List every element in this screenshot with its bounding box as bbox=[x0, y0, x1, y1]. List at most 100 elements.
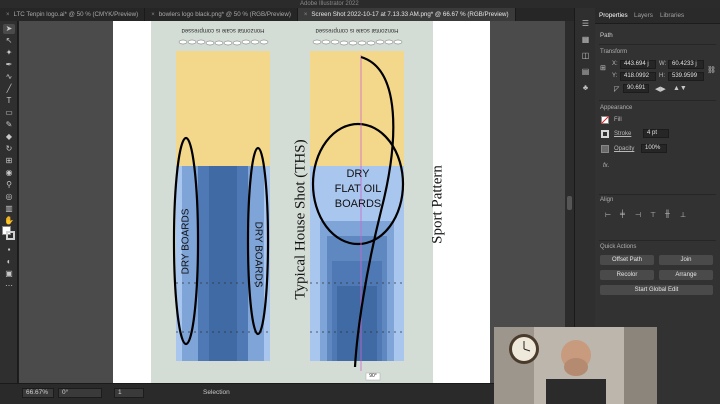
stroke-label[interactable]: Stroke bbox=[614, 131, 631, 137]
tab-close-icon[interactable]: × bbox=[304, 12, 308, 18]
brushes-panel-icon[interactable]: ♣ bbox=[580, 82, 591, 93]
stroke-weight-field[interactable]: 4 pt bbox=[643, 129, 669, 138]
appearance-section-label: Appearance bbox=[600, 105, 633, 111]
tab-screen-shot[interactable]: × Screen Shot 2022-10-17 at 7.13.33 AM.p… bbox=[297, 8, 516, 21]
tab-properties[interactable]: Properties bbox=[599, 12, 628, 19]
align-section-label: Align bbox=[600, 197, 614, 203]
divider bbox=[599, 194, 716, 195]
line-tool-icon[interactable]: ╱ bbox=[3, 84, 15, 94]
divider bbox=[599, 240, 716, 241]
current-tool-status: Selection bbox=[203, 389, 230, 396]
blend-tool-icon[interactable]: ◎ bbox=[3, 192, 15, 202]
paintbrush-tool-icon[interactable]: ✎ bbox=[3, 120, 15, 130]
tab-label: LTC Tenpin logo.ai* @ 50 % (CMYK/Preview… bbox=[13, 11, 139, 18]
sport-pattern-title: Sport Pattern bbox=[429, 165, 446, 244]
type-tool-icon[interactable]: T bbox=[3, 96, 15, 106]
opacity-label[interactable]: Opacity bbox=[614, 146, 634, 152]
artboard-number-field[interactable]: 1 bbox=[114, 388, 144, 398]
transform-section-label: Transform bbox=[600, 49, 628, 55]
panel-tabs: Properties Layers Libraries bbox=[595, 8, 720, 24]
h-field[interactable]: 539.9599 bbox=[668, 72, 704, 81]
tab-libraries[interactable]: Libraries bbox=[660, 12, 684, 19]
divider bbox=[599, 44, 716, 45]
x-field[interactable]: 443.694 j bbox=[620, 60, 656, 69]
align-bottom-icon[interactable]: ⊥ bbox=[680, 211, 686, 219]
tab-layers[interactable]: Layers bbox=[634, 12, 653, 19]
align-left-icon[interactable]: ⊢ bbox=[605, 211, 611, 219]
w-field[interactable]: 60.4233 j bbox=[668, 60, 704, 69]
scrollbar-thumb[interactable] bbox=[567, 196, 572, 210]
more-tools-icon[interactable]: ⋯ bbox=[3, 281, 15, 291]
rotate-angle-icon: ◸ bbox=[614, 86, 620, 93]
layers-panel-icon[interactable]: ◫ bbox=[580, 50, 591, 61]
pen-tool-icon[interactable]: ✒ bbox=[3, 60, 15, 70]
right-lane bbox=[310, 39, 405, 381]
magic-wand-tool-icon[interactable]: ✦ bbox=[3, 48, 15, 58]
direct-selection-tool-icon[interactable]: ↖ bbox=[3, 36, 15, 46]
properties-panel-icon[interactable]: ☰ bbox=[580, 18, 591, 29]
hand-tool-icon[interactable]: ✋ bbox=[3, 216, 15, 226]
w-label: W: bbox=[659, 61, 667, 67]
tab-close-icon[interactable]: × bbox=[6, 12, 10, 18]
width-tool-icon[interactable]: ⊞ bbox=[3, 156, 15, 166]
fill-color-swatch[interactable] bbox=[601, 116, 609, 124]
curvature-tool-icon[interactable]: ∿ bbox=[3, 72, 15, 82]
angle-readout: 90° bbox=[369, 373, 377, 379]
left-dry-boards-label: DRY BOARDS bbox=[180, 208, 192, 275]
stroke-swatch[interactable] bbox=[6, 231, 15, 240]
status-bar: 66.67% 0° 1 Selection bbox=[0, 383, 574, 404]
title-bar: Adobe Illustrator 2022 bbox=[0, 0, 720, 8]
arrange-button[interactable]: Arrange bbox=[659, 270, 713, 280]
placed-lane-image[interactable]: Horizontal scale is compressed Horizonta… bbox=[151, 21, 446, 383]
artboard[interactable]: Horizontal scale is compressed Horizonta… bbox=[113, 21, 490, 383]
constrain-proportions-icon[interactable]: ⛓ bbox=[707, 66, 716, 74]
join-button[interactable]: Join bbox=[659, 255, 713, 265]
color-mode-icon[interactable]: ▪ bbox=[3, 245, 15, 255]
align-center-icon[interactable]: ╪ bbox=[620, 211, 625, 218]
libraries-panel-icon[interactable]: ▦ bbox=[580, 34, 591, 45]
align-top-icon[interactable]: ⊤ bbox=[650, 211, 656, 219]
recolor-button[interactable]: Recolor bbox=[600, 270, 654, 280]
eyedropper-tool-icon[interactable]: ⚲ bbox=[3, 180, 15, 190]
quick-actions-label: Quick Actions bbox=[600, 244, 637, 250]
tab-ltc-tenpin-logo[interactable]: × LTC Tenpin logo.ai* @ 50 % (CMYK/Previ… bbox=[0, 8, 146, 21]
rotate-angle-field[interactable]: 90.691 bbox=[623, 84, 649, 93]
tab-close-icon[interactable]: × bbox=[151, 12, 155, 18]
path-section-label: Path bbox=[600, 32, 613, 39]
start-global-edit-button[interactable]: Start Global Edit bbox=[600, 285, 713, 295]
rotation-field[interactable]: 0° bbox=[58, 388, 102, 398]
zoom-level-field[interactable]: 66.67% bbox=[22, 388, 54, 398]
swatches-panel-icon[interactable]: ▤ bbox=[580, 66, 591, 77]
left-scale-label: Horizontal scale is compressed bbox=[181, 27, 265, 33]
selection-tool-icon[interactable]: ➤ bbox=[3, 24, 15, 34]
reference-point-icon[interactable]: ⊞ bbox=[600, 64, 606, 72]
document-tabs: × LTC Tenpin logo.ai* @ 50 % (CMYK/Previ… bbox=[0, 8, 595, 21]
right-dry-boards-label: DRY BOARDS bbox=[252, 221, 264, 288]
drawing-mode-icon[interactable]: ◐ bbox=[3, 257, 15, 267]
tab-label: bowlers logo black.png* @ 50 % (RGB/Prev… bbox=[158, 11, 291, 18]
rotate-tool-icon[interactable]: ↻ bbox=[3, 144, 15, 154]
opacity-field[interactable]: 100% bbox=[641, 144, 667, 153]
stroke-color-swatch[interactable] bbox=[601, 130, 609, 138]
effects-fx-button[interactable]: fx. bbox=[603, 163, 609, 169]
rectangle-tool-icon[interactable]: ▭ bbox=[3, 108, 15, 118]
chart-tool-icon[interactable]: ▥ bbox=[3, 204, 15, 214]
flip-horizontal-icon[interactable]: ◀▶ bbox=[655, 85, 666, 93]
align-middle-icon[interactable]: ╫ bbox=[665, 211, 670, 218]
tab-label: Screen Shot 2022-10-17 at 7.13.33 AM.png… bbox=[311, 11, 509, 18]
offset-path-button[interactable]: Offset Path bbox=[600, 255, 654, 265]
y-field[interactable]: 418.0992 bbox=[620, 72, 656, 81]
webcam-overlay bbox=[494, 327, 657, 404]
ths-title: Typical House Shot (THS) bbox=[292, 139, 309, 300]
opacity-icon bbox=[601, 145, 609, 153]
screen-mode-icon[interactable]: ▣ bbox=[3, 269, 15, 279]
canvas-workspace[interactable]: Horizontal scale is compressed Horizonta… bbox=[19, 21, 574, 383]
dry-flat-label-line3: BOARDS bbox=[334, 198, 382, 210]
eraser-tool-icon[interactable]: ◆ bbox=[3, 132, 15, 142]
tab-bowlers-logo[interactable]: × bowlers logo black.png* @ 50 % (RGB/Pr… bbox=[145, 8, 298, 21]
shape-builder-tool-icon[interactable]: ◉ bbox=[3, 168, 15, 178]
h-label: H: bbox=[659, 73, 665, 79]
align-right-icon[interactable]: ⊣ bbox=[635, 211, 641, 219]
x-label: X: bbox=[612, 61, 618, 67]
flip-vertical-icon[interactable]: ▲▼ bbox=[673, 85, 687, 92]
